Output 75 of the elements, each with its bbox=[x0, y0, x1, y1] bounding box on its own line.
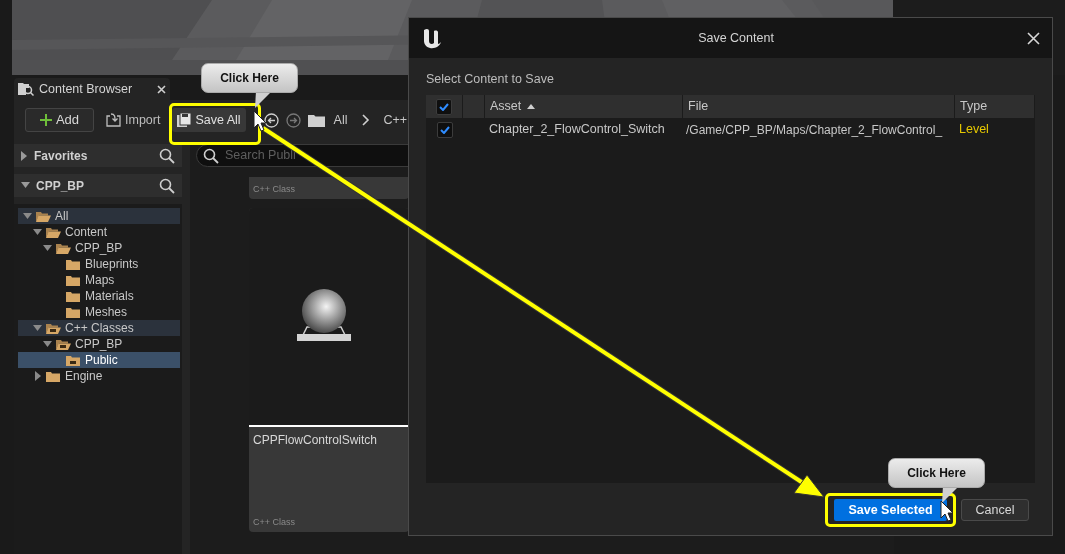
close-icon[interactable] bbox=[157, 84, 166, 94]
asset-card[interactable]: C++ Class bbox=[249, 177, 409, 199]
caret-icon[interactable] bbox=[32, 324, 43, 332]
caret-icon[interactable] bbox=[42, 340, 53, 348]
section-header[interactable]: CPP_BP bbox=[14, 174, 182, 197]
folder-icon bbox=[55, 241, 72, 255]
tree-item[interactable]: CPP_BP bbox=[18, 336, 180, 352]
cancel-button[interactable]: Cancel bbox=[961, 499, 1029, 521]
caret-icon bbox=[21, 182, 30, 189]
column-header[interactable]: Type bbox=[955, 95, 1035, 118]
table-cell-text: Chapter_2_FlowControl_Switch bbox=[488, 121, 666, 139]
tree-item[interactable]: Meshes bbox=[18, 304, 180, 320]
forward-icon[interactable] bbox=[285, 112, 301, 128]
tree-item[interactable]: Engine bbox=[18, 368, 180, 384]
check-icon bbox=[439, 125, 450, 134]
tree-item[interactable]: Blueprints bbox=[18, 256, 180, 272]
folder-icon bbox=[65, 289, 82, 303]
save-selected-button[interactable]: Save Selected bbox=[834, 499, 947, 521]
search-icon[interactable] bbox=[159, 177, 175, 194]
caret-icon[interactable] bbox=[32, 371, 43, 381]
tree-item[interactable]: CPP_BP bbox=[18, 240, 180, 256]
caret-icon[interactable] bbox=[22, 212, 33, 220]
folder-icon bbox=[307, 113, 325, 127]
search-input[interactable]: Search Publi bbox=[225, 146, 849, 165]
folder-icon bbox=[65, 257, 82, 271]
tree-item[interactable]: Maps bbox=[18, 272, 180, 288]
tree-item[interactable]: Content bbox=[18, 224, 180, 240]
folder-icon bbox=[65, 273, 82, 287]
asset-card[interactable]: CPPFlowControlSwitch C++ Class bbox=[249, 208, 409, 532]
panel-tab[interactable]: Content Browser bbox=[14, 78, 170, 100]
plus-icon bbox=[39, 114, 52, 126]
import-icon bbox=[106, 113, 121, 127]
caret-icon[interactable] bbox=[32, 228, 43, 236]
caret-icon[interactable] bbox=[42, 244, 53, 252]
column-header[interactable]: File bbox=[683, 95, 955, 118]
back-icon[interactable] bbox=[263, 112, 279, 128]
folder-icon bbox=[45, 225, 62, 239]
folder-icon bbox=[65, 353, 82, 367]
mouse-pointer-icon bbox=[940, 500, 954, 522]
tree-item[interactable]: C++ Classes bbox=[18, 320, 180, 336]
caret-icon bbox=[21, 150, 28, 161]
search-icon[interactable] bbox=[159, 147, 175, 164]
folder-icon bbox=[55, 337, 72, 351]
table-row[interactable]: Chapter_2_FlowControl_Switch /Game/CPP_BP/Maps/Chapter_2_FlowControl_ Level bbox=[426, 118, 1035, 141]
column-header[interactable]: Asset bbox=[485, 95, 683, 118]
check-icon bbox=[439, 102, 449, 111]
prompt-text: Select Content to Save bbox=[426, 71, 555, 88]
tree-item[interactable]: Public bbox=[18, 352, 180, 368]
import-button[interactable]: Import bbox=[106, 108, 161, 132]
folder-icon bbox=[45, 321, 62, 335]
mouse-pointer-icon bbox=[253, 110, 267, 132]
folder-icon bbox=[35, 209, 52, 223]
asset-name: CPPFlowControlSwitch bbox=[253, 432, 379, 449]
sort-ascending-icon bbox=[527, 104, 536, 109]
folder-search-icon bbox=[18, 82, 34, 96]
save-icon bbox=[177, 113, 192, 127]
table-cell-text: Level bbox=[958, 121, 990, 139]
search-icon bbox=[203, 147, 219, 164]
chevron-icon bbox=[361, 114, 370, 126]
checkbox[interactable] bbox=[436, 98, 452, 115]
callout: Click Here bbox=[201, 63, 298, 93]
tree-item[interactable]: All bbox=[18, 208, 180, 224]
section-header[interactable]: Favorites bbox=[14, 144, 182, 167]
tree-item[interactable]: Materials bbox=[18, 288, 180, 304]
asset-type: C++ Class bbox=[253, 182, 296, 196]
table-cell-text: /Game/CPP_BP/Maps/Chapter_2_FlowControl_ bbox=[685, 121, 944, 139]
breadcrumb-link[interactable]: C++ bbox=[383, 110, 408, 130]
breadcrumb-link[interactable]: All bbox=[333, 110, 348, 130]
dialog-title: Save Content bbox=[697, 29, 775, 47]
add-button[interactable]: Add bbox=[25, 108, 94, 132]
checkbox[interactable] bbox=[436, 121, 453, 138]
close-icon[interactable] bbox=[1027, 31, 1040, 45]
callout: Click Here bbox=[888, 458, 985, 488]
asset-type: C++ Class bbox=[253, 515, 297, 529]
save-all-button[interactable]: Save All bbox=[172, 108, 246, 132]
